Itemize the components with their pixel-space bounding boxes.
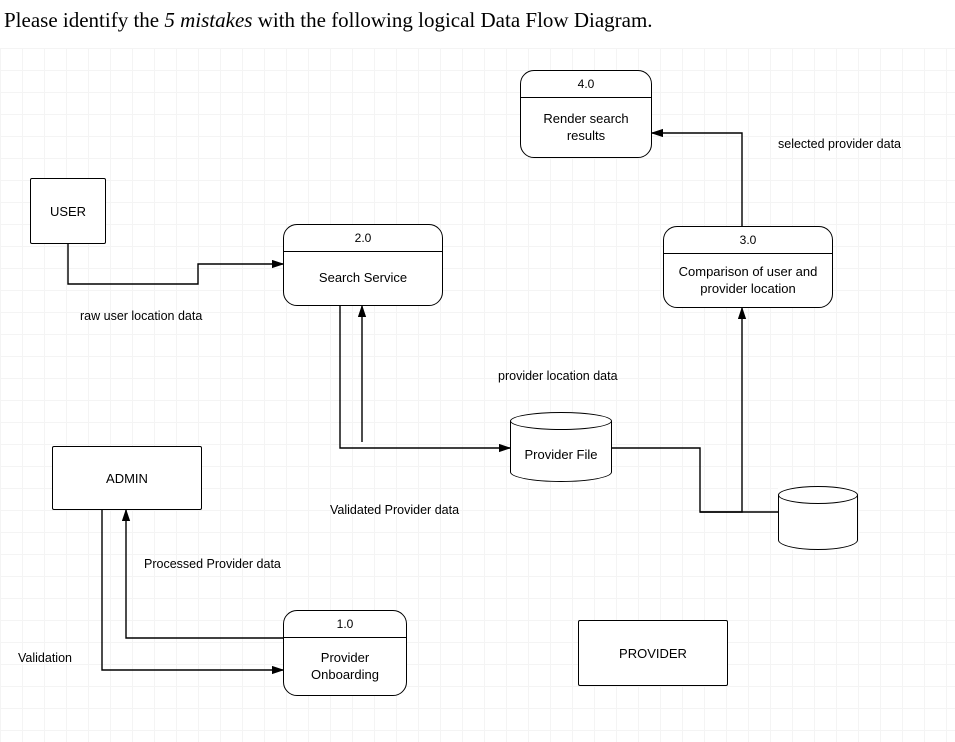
process-3-comparison: 3.0 Comparison of user and provider loca…: [663, 226, 833, 308]
process-4-name: Render search results: [521, 98, 651, 157]
entity-admin: ADMIN: [52, 446, 202, 510]
process-3-name: Comparison of user and provider location: [664, 254, 832, 307]
question-prefix: Please identify the: [4, 8, 164, 32]
entity-user-label: USER: [50, 204, 86, 219]
process-2-search-service: 2.0 Search Service: [283, 224, 443, 306]
flow-provider-location: provider location data: [498, 368, 618, 384]
entity-provider: PROVIDER: [578, 620, 728, 686]
datastore-provider-file: Provider File: [510, 412, 612, 482]
entity-user: USER: [30, 178, 106, 244]
datastore-unnamed: [778, 486, 858, 550]
process-1-provider-onboarding: 1.0 Provider Onboarding: [283, 610, 407, 696]
datastore-provider-file-label: Provider File: [525, 447, 598, 462]
entity-provider-label: PROVIDER: [619, 646, 687, 661]
flow-raw-user-location: raw user location data: [80, 308, 202, 324]
process-1-name: Provider Onboarding: [284, 638, 406, 695]
process-2-name: Search Service: [284, 252, 442, 305]
question-text: Please identify the 5 mistakes with the …: [0, 0, 955, 41]
flow-processed-provider: Processed Provider data: [144, 556, 281, 572]
process-3-id: 3.0: [664, 227, 832, 254]
question-emphasis: 5 mistakes: [164, 8, 252, 32]
question-suffix: with the following logical Data Flow Dia…: [252, 8, 652, 32]
process-2-id: 2.0: [284, 225, 442, 252]
entity-admin-label: ADMIN: [106, 471, 148, 486]
flow-selected-provider: selected provider data: [778, 136, 901, 152]
flow-validation: Validation: [18, 650, 72, 666]
flow-validated-provider: Validated Provider data: [330, 502, 459, 518]
process-4-id: 4.0: [521, 71, 651, 98]
process-4-render-results: 4.0 Render search results: [520, 70, 652, 158]
diagram-canvas: USER ADMIN PROVIDER 2.0 Search Service 3…: [0, 48, 955, 742]
process-1-id: 1.0: [284, 611, 406, 638]
